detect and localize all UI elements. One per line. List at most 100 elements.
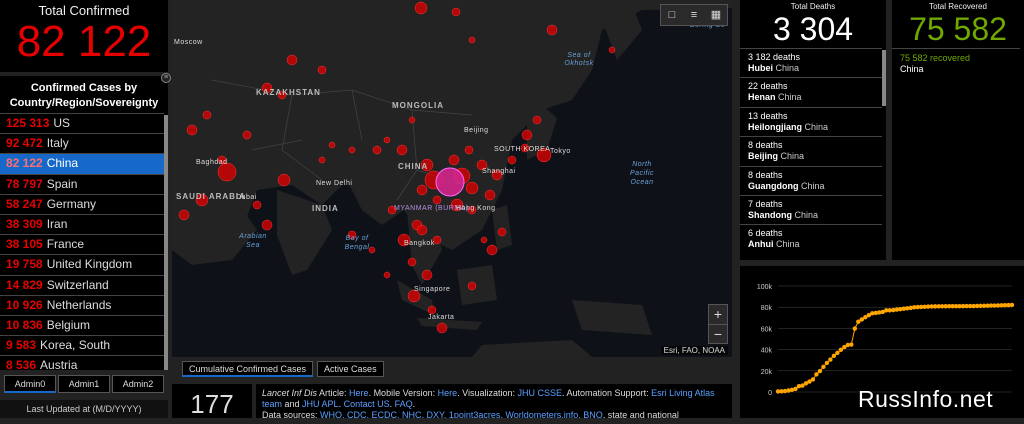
case-bubble [416,184,428,196]
country-count: 19 758 [6,257,43,272]
country-name: Italy [46,136,69,151]
country-count: 82 122 [6,156,43,171]
data-sources-links[interactable]: WHO, CDC, ECDC, NHC, DXY, 1point3acres, … [320,410,603,418]
map-label-bay-of-bengal: Bay of Bengal [344,235,370,251]
data-point [810,377,816,382]
country-row[interactable]: 9 583 Korea, South [0,335,164,355]
country-count: 10 836 [6,317,43,332]
case-bubble [396,144,408,156]
legend-icon[interactable]: ≡ [683,5,705,25]
death-row[interactable]: 6 deaths Anhui China [740,224,882,253]
zoom-out-button[interactable]: − [709,324,727,343]
country-row[interactable]: 78 797 Spain [0,173,164,194]
jhu-apl-link[interactable]: JHU APL [302,399,339,409]
case-bubble [480,236,488,244]
country-name: US [53,116,71,130]
country-row[interactable]: 92 472 Italy [0,133,164,153]
landmass-borneo [457,265,497,305]
zoom-in-button[interactable]: + [709,305,727,324]
tab-admin0[interactable]: Admin0 [4,375,56,393]
faq-link[interactable]: FAQ [395,399,413,409]
last-updated-label: Last Updated at (M/D/YYYY) [0,400,168,418]
mobile-version-link[interactable]: Here [438,388,458,398]
credits-text-1: Article: [317,388,350,398]
y-tick-label: 20k [761,369,773,376]
map-label-shanghai: Shanghai [482,168,516,175]
map-label-dubai: Dubai [236,194,257,201]
death-row[interactable]: 8 deaths Beijing China [740,136,882,165]
jhu-csse-link[interactable]: JHU CSSE [518,388,563,398]
case-bubble [467,281,477,291]
tab-admin2[interactable]: Admin2 [112,375,164,393]
death-row[interactable]: 8 deaths Guangdong China [740,165,882,195]
recovered-country: China [900,64,924,74]
data-point [852,326,858,331]
country-row[interactable]: 14 829 Switzerland [0,274,164,295]
case-bubble [436,322,448,334]
death-province: Hubei [748,63,774,73]
data-point [835,350,840,356]
country-row[interactable]: 10 836 Belgium [0,314,164,335]
death-row[interactable]: 3 182 deaths Hubei China [740,48,882,77]
y-tick-label: 100k [757,284,773,291]
death-province: Anhui [748,239,774,250]
tab-admin1[interactable]: Admin1 [58,375,110,393]
recovered-count: 75 582 recovered [900,53,971,63]
credits-text-3: . Visualization: [457,388,518,398]
death-country: China [778,92,802,103]
country-count: 14 829 [6,277,43,292]
data-point [831,353,837,359]
country-count: 58 247 [6,196,43,211]
case-bubble [414,1,428,15]
map-label-jakarta: Jakarta [428,314,455,321]
case-bubble [416,224,428,236]
bookmark-icon[interactable]: □ [661,5,683,25]
data-sources-label: Data sources: [262,410,321,418]
data-point [849,342,854,347]
country-row[interactable]: 58 247 Germany [0,193,164,214]
deaths-list-scrollbar[interactable] [882,50,886,106]
basemap-icon[interactable]: ▦ [705,5,727,25]
country-count: 78 797 [6,176,43,191]
article-link[interactable]: Here [349,388,369,398]
case-bubble [383,136,391,144]
landmass-asia [172,0,732,250]
country-row[interactable]: 10 926 Netherlands [0,294,164,315]
case-bubble [383,271,391,279]
tab-cumulative-confirmed[interactable]: Cumulative Confirmed Cases [182,361,314,377]
total-deaths-label: Total Deaths [790,2,836,11]
case-bubble [317,65,327,75]
country-list-scrollbar[interactable] [164,115,168,370]
death-row[interactable]: 13 deaths Heilongjiang China [740,106,882,136]
data-point [824,360,830,366]
death-province: Guangdong [748,180,799,191]
death-row[interactable]: 22 deaths Henan China [740,77,882,106]
case-bubble [427,305,437,315]
country-row[interactable]: 125 313 US [0,113,164,133]
country-row[interactable]: 82 122 China [0,153,164,174]
case-bubble [608,46,616,54]
tab-active-cases[interactable]: Active Cases [317,361,384,377]
contact-link[interactable]: Contact US [344,399,390,409]
case-bubble [318,156,326,164]
list-toggle-icon[interactable]: ≡ [161,73,171,83]
country-count: 8 536 [6,358,37,373]
case-bubble [261,219,273,231]
death-province: Shandong [748,209,792,220]
country-row[interactable]: 38 309 Iran [0,213,164,234]
country-row[interactable]: 19 758 United Kingdom [0,254,164,274]
country-row[interactable]: 38 105 France [0,234,164,254]
total-confirmed-label: Total Confirmed [38,3,130,18]
map-label-south-korea: SOUTH KOREA [494,146,551,153]
watermark: RussInfo.net [858,386,994,412]
death-country: China [775,63,800,73]
y-tick-label: 80k [761,305,773,312]
case-bubble [497,227,507,237]
country-name: Korea, South [40,338,111,353]
case-bubble [432,195,442,205]
map-label-mongolia: MONGOLIA [392,101,444,110]
credits-text-8: . [412,399,416,409]
data-point [821,364,826,370]
map-view[interactable]: Moscow KAZAKHSTAN MONGOLIA Beijing SOUTH… [172,0,732,357]
death-row[interactable]: 7 deaths Shandong China [740,194,882,224]
